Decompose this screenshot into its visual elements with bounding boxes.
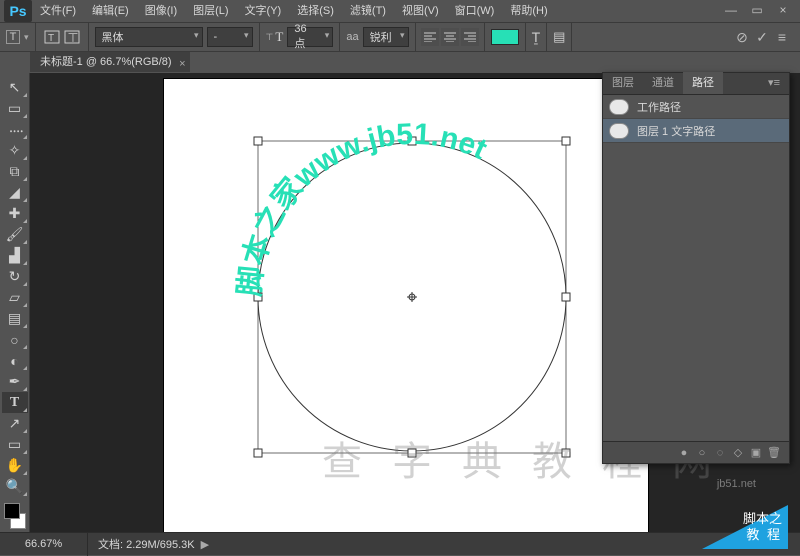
font-size-glyph: T	[275, 29, 283, 45]
document-tab-title: 未标题-1 @ 66.7%(RGB/8)	[40, 56, 172, 68]
brush-tool[interactable]: 🖌	[2, 224, 28, 245]
docinfo-value: 2.29M/695.3K	[126, 539, 195, 551]
path-row-type-path[interactable]: 图层 1 文字路径	[603, 119, 789, 143]
text-orientation-horizontal[interactable]: T	[42, 28, 62, 46]
eraser-tool[interactable]: ▱	[2, 287, 28, 308]
foreground-background-swatch[interactable]	[2, 501, 28, 531]
wand-tool[interactable]: ✧	[2, 140, 28, 161]
new-path-button[interactable]: ▣	[747, 446, 765, 459]
fill-path-button[interactable]: ●	[675, 447, 693, 459]
commit-edits-button[interactable]: ✓	[752, 29, 772, 46]
align-center-button[interactable]	[441, 28, 459, 46]
path-thumb-icon	[609, 123, 629, 139]
history-brush-tool[interactable]: ↻	[2, 266, 28, 287]
menu-type[interactable]: 文字(Y)	[237, 0, 290, 22]
panel-tab-layers[interactable]: 图层	[603, 72, 643, 94]
pen-tool[interactable]: ✒	[2, 371, 28, 392]
blur-tool[interactable]: ○	[2, 329, 28, 350]
foreground-color[interactable]	[4, 503, 20, 519]
cancel-edits-button[interactable]: ⊘	[732, 29, 752, 46]
font-size-icon: ⊤	[266, 32, 274, 43]
document-canvas[interactable]: 脚本之家www.jb51.net	[164, 79, 648, 533]
path-row-work-path[interactable]: 工作路径	[603, 95, 789, 119]
menu-layer[interactable]: 图层(L)	[185, 0, 236, 22]
path-select-tool[interactable]: ↗	[2, 413, 28, 434]
path-text[interactable]: 脚本之家www.jb51.net	[233, 118, 491, 298]
menu-view[interactable]: 视图(V)	[394, 0, 447, 22]
document-tab-close[interactable]: ×	[179, 54, 185, 74]
menu-select[interactable]: 选择(S)	[289, 0, 342, 22]
stamp-tool[interactable]: ▟	[2, 245, 28, 266]
font-style-dropdown[interactable]: -	[207, 27, 253, 47]
menu-image[interactable]: 图像(I)	[137, 0, 185, 22]
zoom-level-field[interactable]: 66.67%	[0, 533, 88, 556]
toolbox: ↖▭᠁✧⧉◢✚🖌▟↻▱▤○◐✒T↗▭✋🔍	[0, 73, 30, 532]
document-tab[interactable]: 未标题-1 @ 66.7%(RGB/8) ×	[30, 52, 190, 72]
docinfo-menu-arrow[interactable]: ▶	[195, 538, 215, 551]
docinfo-label: 文档:	[98, 539, 123, 551]
menu-file[interactable]: 文件(F)	[32, 0, 84, 22]
panel-tab-paths[interactable]: 路径	[683, 72, 723, 94]
window-restore-button[interactable]: ▭	[744, 0, 770, 22]
crop-tool[interactable]: ⧉	[2, 161, 28, 182]
tool-options-bar: T ▾ T 丅 黑体 - ⊤ T 36 点 aa 锐利 Ṯ ▤ ⊘ ✓ ≡	[0, 22, 800, 52]
svg-text:T: T	[48, 33, 54, 44]
zoom-tool[interactable]: 🔍	[2, 476, 28, 497]
path-to-selection-button[interactable]: ◌	[711, 447, 729, 459]
path-row-label: 图层 1 文字路径	[637, 123, 715, 139]
text-orientation-vertical[interactable]: 丅	[62, 28, 82, 46]
anti-alias-dropdown[interactable]: 锐利	[363, 27, 409, 47]
warp-text-button[interactable]: Ṯ	[532, 29, 541, 45]
paths-panel-footer: ● ○ ◌ ◇ ▣ 🗑	[603, 441, 789, 463]
gradient-tool[interactable]: ▤	[2, 308, 28, 329]
path-row-label: 工作路径	[637, 99, 681, 115]
paths-panel: 图层 通道 路径 ▾≡ 工作路径 图层 1 文字路径 ● ○ ◌ ◇ ▣ 🗑	[602, 72, 790, 464]
healing-tool[interactable]: ✚	[2, 203, 28, 224]
panel-menu-icon[interactable]: ≡	[772, 29, 792, 45]
move-tool[interactable]: ↖	[2, 77, 28, 98]
dodge-tool[interactable]: ◐	[2, 350, 28, 371]
panel-flyout-menu[interactable]: ▾≡	[759, 72, 789, 94]
path-thumb-icon	[609, 99, 629, 115]
stroke-path-button[interactable]: ○	[693, 447, 711, 459]
character-panel-toggle[interactable]: ▤	[553, 29, 565, 45]
eyedropper-tool[interactable]: ◢	[2, 182, 28, 203]
window-close-button[interactable]: ×	[770, 0, 796, 22]
marquee-tool[interactable]: ▭	[2, 98, 28, 119]
menu-edit[interactable]: 编辑(E)	[84, 0, 137, 22]
menu-help[interactable]: 帮助(H)	[502, 0, 555, 22]
status-bar: 66.67% 文档: 2.29M/695.3K ▶	[0, 532, 800, 555]
menu-filter[interactable]: 滤镜(T)	[342, 0, 394, 22]
panel-tab-channels[interactable]: 通道	[643, 72, 683, 94]
font-family-dropdown[interactable]: 黑体	[95, 27, 203, 47]
app-badge: Ps	[4, 0, 32, 22]
type-tool[interactable]: T	[2, 392, 28, 413]
svg-text:丅: 丅	[68, 33, 78, 44]
align-right-button[interactable]	[461, 28, 479, 46]
hand-tool[interactable]: ✋	[2, 455, 28, 476]
font-size-dropdown[interactable]: 36 点	[287, 27, 333, 47]
align-left-button[interactable]	[421, 28, 439, 46]
lasso-tool[interactable]: ᠁	[2, 119, 28, 140]
window-minimize-button[interactable]: —	[718, 0, 744, 22]
anti-alias-label: aa	[346, 31, 362, 43]
menu-window[interactable]: 窗口(W)	[447, 0, 503, 22]
make-work-path-button[interactable]: ◇	[729, 446, 747, 459]
shape-tool[interactable]: ▭	[2, 434, 28, 455]
delete-path-button[interactable]: 🗑	[765, 446, 783, 459]
text-color-swatch[interactable]	[491, 29, 519, 45]
current-tool-indicator[interactable]: T	[6, 30, 20, 44]
